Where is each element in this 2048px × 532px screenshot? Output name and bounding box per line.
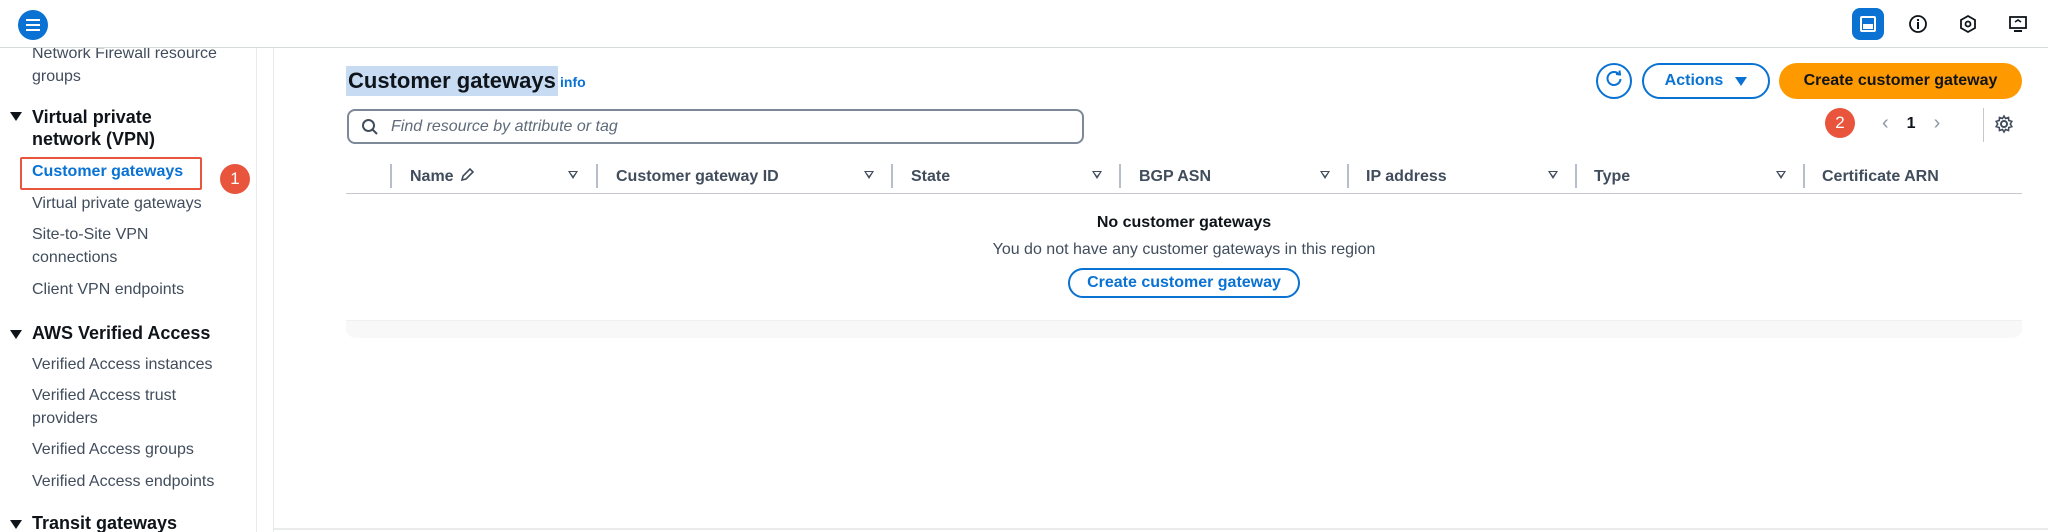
create-customer-gateway-button[interactable]: Create customer gateway <box>1779 63 2022 99</box>
bottom-divider <box>274 528 2048 530</box>
sidebar-section-transit-gateways[interactable]: Transit gateways <box>32 512 177 532</box>
pagination: ‹ 1 › <box>1882 112 1940 135</box>
sidebar-scrollbar[interactable] <box>256 48 257 532</box>
sidebar-section-verified-access[interactable]: AWS Verified Access <box>32 322 210 344</box>
refresh-button[interactable] <box>1596 63 1632 99</box>
column-header-customer-gateway-id[interactable]: Customer gateway ID <box>616 166 779 188</box>
security-icon[interactable] <box>1952 8 1984 40</box>
table-header: Name Customer gateway ID State BGP ASN I… <box>346 160 2022 194</box>
expand-caret-icon[interactable] <box>10 330 22 339</box>
table-footer <box>346 320 2022 338</box>
column-divider[interactable] <box>596 164 598 188</box>
sort-icon[interactable] <box>1320 171 1330 179</box>
empty-state-create-button[interactable]: Create customer gateway <box>1068 268 1300 298</box>
split-panel-icon[interactable] <box>1852 8 1884 40</box>
edit-pencil-icon <box>460 167 474 187</box>
sidebar-item-site-to-site-vpn[interactable]: Site-to-Site VPN connections <box>32 223 192 269</box>
menu-icon[interactable] <box>18 10 48 40</box>
sidebar-item-verified-access-groups[interactable]: Verified Access groups <box>32 438 194 461</box>
column-divider[interactable] <box>1347 164 1349 188</box>
search-placeholder: Find resource by attribute or tag <box>391 118 618 135</box>
column-divider[interactable] <box>1575 164 1577 188</box>
sidebar-item-customer-gateways[interactable]: Customer gateways <box>20 157 202 190</box>
gear-icon[interactable] <box>1994 114 2014 139</box>
chevron-right-icon[interactable]: › <box>1934 112 1941 135</box>
sidebar-item-verified-access-endpoints[interactable]: Verified Access endpoints <box>32 470 214 493</box>
expand-caret-icon[interactable] <box>10 520 22 529</box>
column-divider[interactable] <box>1803 164 1805 188</box>
sidebar-item-label: Customer gateways <box>32 163 184 180</box>
pagination-divider <box>1983 108 1984 142</box>
info-icon[interactable] <box>1902 8 1934 40</box>
empty-state-message: You do not have any customer gateways in… <box>992 241 1376 258</box>
search-icon <box>361 118 379 141</box>
sidebar: Network Firewall resource groups Virtual… <box>0 48 274 532</box>
page-number[interactable]: 1 <box>1907 115 1916 133</box>
sort-icon[interactable] <box>568 171 578 179</box>
screen-share-icon[interactable] <box>2002 8 2034 40</box>
page-title: Customer gateways <box>346 66 558 96</box>
sort-icon[interactable] <box>1548 171 1558 179</box>
top-navigation-bar <box>0 0 2048 48</box>
sidebar-item-network-firewall-resource-groups[interactable]: Network Firewall resource groups <box>32 48 232 88</box>
actions-label: Actions <box>1664 72 1724 89</box>
sidebar-item-verified-access-instances[interactable]: Verified Access instances <box>32 353 213 376</box>
column-divider[interactable] <box>891 164 893 188</box>
column-divider[interactable] <box>1119 164 1121 188</box>
empty-state-title: No customer gateways <box>1096 214 1272 231</box>
annotation-badge-2: 2 <box>1825 108 1855 138</box>
column-header-name[interactable]: Name <box>410 166 474 188</box>
expand-caret-icon[interactable] <box>10 112 22 121</box>
column-header-ip-address[interactable]: IP address <box>1366 166 1447 188</box>
actions-dropdown-button[interactable]: Actions <box>1642 63 1770 99</box>
sidebar-item-verified-access-trust-providers[interactable]: Verified Access trust providers <box>32 384 202 430</box>
sidebar-item-virtual-private-gateways[interactable]: Virtual private gateways <box>32 192 202 215</box>
sort-icon[interactable] <box>1776 171 1786 179</box>
column-header-certificate-arn[interactable]: Certificate ARN <box>1822 166 1939 188</box>
sort-icon[interactable] <box>1092 171 1102 179</box>
sidebar-item-client-vpn-endpoints[interactable]: Client VPN endpoints <box>32 278 184 301</box>
column-header-bgp-asn[interactable]: BGP ASN <box>1139 166 1211 188</box>
annotation-badge-1: 1 <box>220 164 250 194</box>
info-link[interactable]: info <box>560 74 586 90</box>
caret-down-icon <box>1735 76 1748 86</box>
column-divider[interactable] <box>390 164 392 188</box>
column-header-state[interactable]: State <box>911 166 950 188</box>
column-label: Name <box>410 168 454 185</box>
chevron-left-icon[interactable]: ‹ <box>1882 112 1889 135</box>
sidebar-section-vpn[interactable]: Virtual private network (VPN) <box>32 106 212 150</box>
sort-icon[interactable] <box>864 171 874 179</box>
refresh-icon <box>1604 69 1624 94</box>
column-header-type[interactable]: Type <box>1594 166 1630 188</box>
search-input[interactable]: Find resource by attribute or tag <box>347 109 1084 144</box>
